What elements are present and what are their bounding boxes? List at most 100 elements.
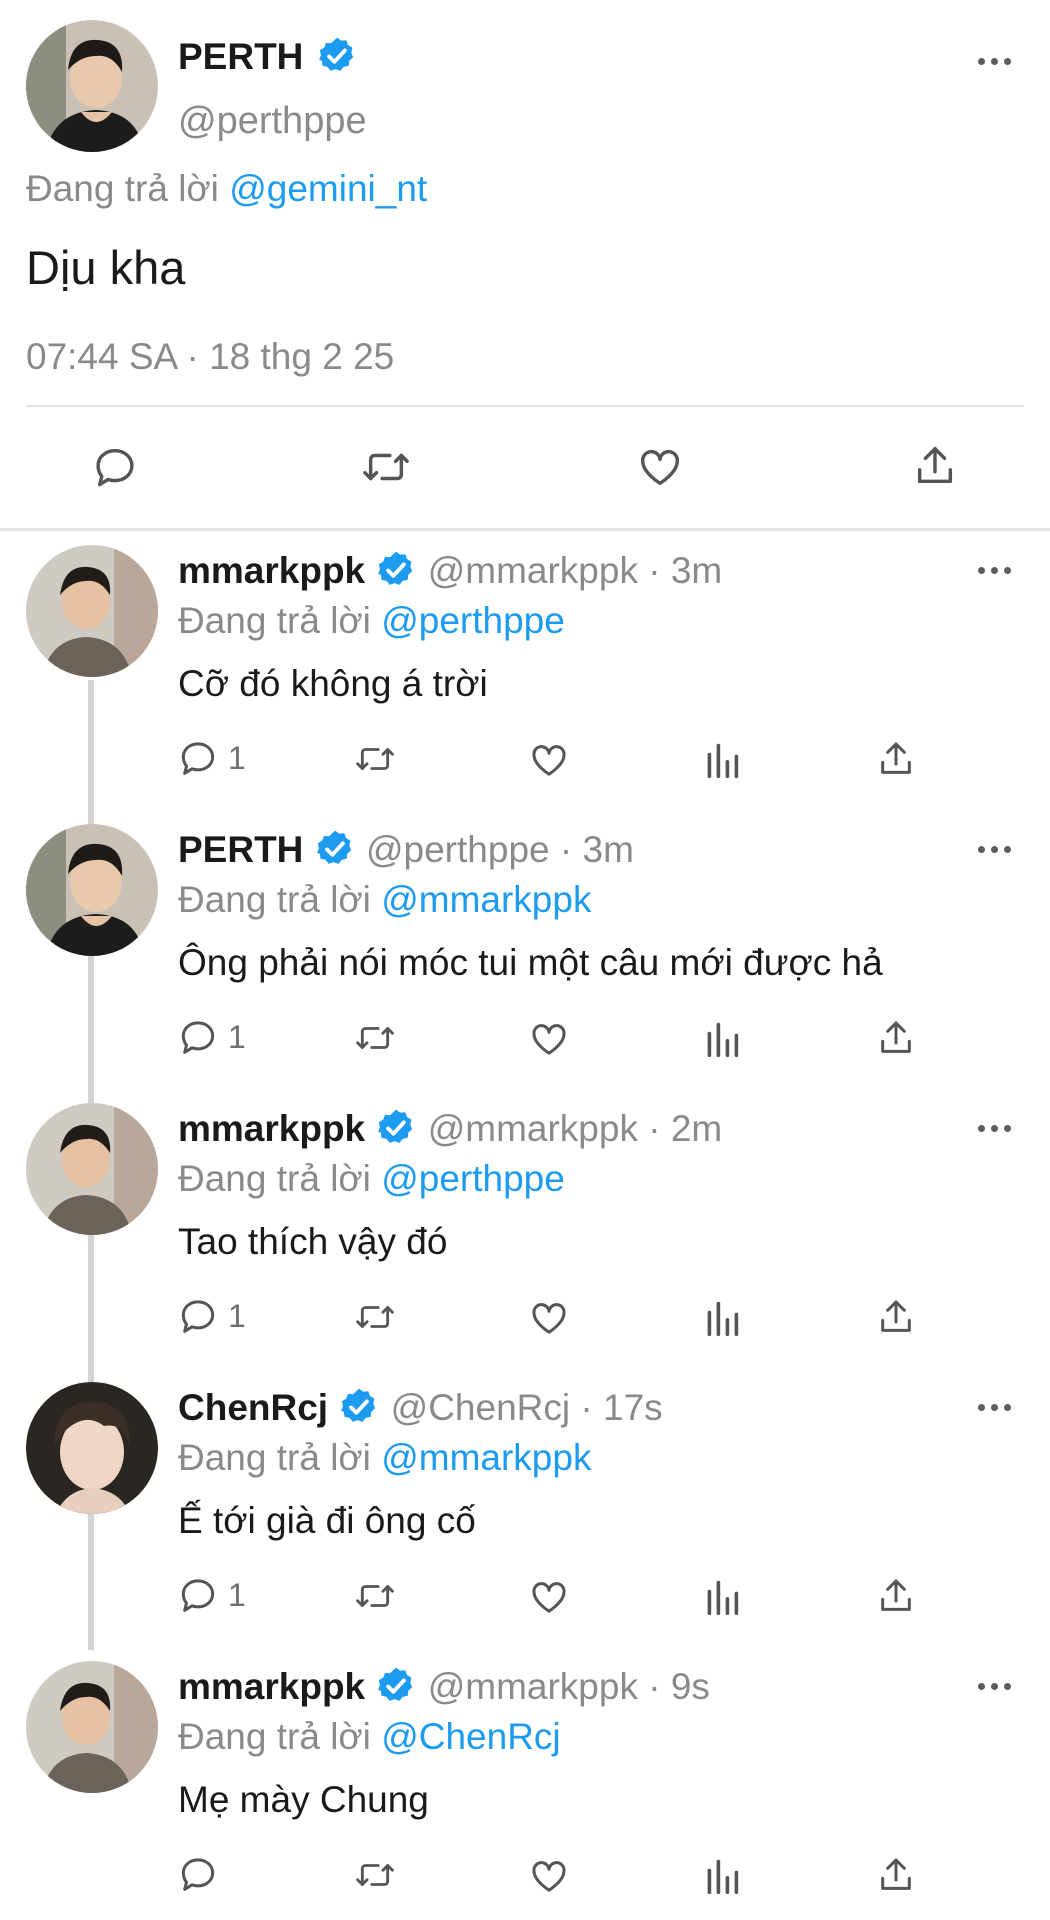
share-icon: [881, 1021, 911, 1053]
reply-text: Ông phải nói móc tui một câu mới được hả: [178, 942, 883, 983]
verified-badge-icon: [378, 1667, 413, 1702]
verified-badge-icon: [378, 551, 413, 586]
like-button[interactable]: [528, 1019, 570, 1059]
retweet-button[interactable]: [352, 1856, 398, 1894]
share-button[interactable]: [876, 1575, 916, 1617]
verified-badge-icon: [341, 1388, 376, 1423]
views-button[interactable]: [704, 1019, 740, 1059]
reply-count: 1: [228, 1297, 246, 1334]
like-button[interactable]: [636, 444, 684, 490]
replying-to-link[interactable]: @perthppe: [381, 1158, 565, 1199]
reply-button[interactable]: 1: [178, 738, 246, 778]
share-icon: [881, 742, 911, 774]
reply-author-name[interactable]: mmarkppk: [178, 1108, 365, 1149]
replying-to-link[interactable]: @perthppe: [381, 600, 565, 641]
reply-author-handle[interactable]: @mmarkppk: [428, 1108, 638, 1149]
reply-author-handle[interactable]: @mmarkppk: [428, 1666, 638, 1707]
reply-button[interactable]: [178, 1854, 228, 1894]
reply-author-name[interactable]: mmarkppk: [178, 1666, 365, 1707]
replying-to-label: Đang trả lời: [178, 1716, 371, 1757]
retweet-button[interactable]: [352, 1019, 398, 1057]
verified-badge-icon: [318, 37, 353, 72]
author-name[interactable]: PERTH: [178, 36, 303, 77]
share-button[interactable]: [876, 1296, 916, 1338]
reply-button[interactable]: [92, 444, 138, 490]
author-handle[interactable]: @perthppe: [178, 100, 367, 143]
more-icon[interactable]: [978, 846, 1012, 856]
views-button[interactable]: [704, 1577, 740, 1617]
section-divider: [0, 528, 1050, 531]
reply-time: · 3m: [559, 829, 634, 870]
reply-text: Tao thích vậy đó: [178, 1221, 448, 1262]
more-icon[interactable]: [978, 1404, 1012, 1414]
like-icon: [532, 1303, 566, 1334]
reply-icon: [181, 1021, 215, 1054]
more-icon[interactable]: [978, 1125, 1012, 1135]
verified-badge-icon: [316, 830, 351, 865]
tweet-timestamp: 07:44 SA · 18 thg 2 25: [26, 336, 395, 377]
reply-text: Mẹ mày Chung: [178, 1779, 429, 1820]
reply-icon: [96, 448, 134, 487]
reply-icon: [181, 1300, 215, 1333]
reply-time: · 3m: [648, 550, 723, 591]
reply-icon: [181, 1858, 215, 1891]
reply-button[interactable]: 1: [178, 1296, 246, 1336]
reply-author-handle[interactable]: @ChenRcj: [391, 1387, 570, 1428]
avatar-mmarkppk[interactable]: [26, 545, 158, 677]
tweet-text: Dịu kha: [26, 241, 186, 294]
views-button[interactable]: [704, 1856, 740, 1896]
avatar-chenrcj[interactable]: [26, 1382, 158, 1514]
reply-count: 1: [228, 739, 246, 776]
views-button[interactable]: [704, 1298, 740, 1338]
divider: [26, 405, 1024, 407]
retweet-icon: [356, 1585, 394, 1607]
avatar-mmarkppk[interactable]: [26, 1661, 158, 1793]
replying-to-label: Đang trả lời: [178, 1158, 371, 1199]
views-icon: [707, 1022, 739, 1057]
more-icon[interactable]: [978, 58, 1012, 68]
views-button[interactable]: [704, 740, 740, 780]
reply-button[interactable]: 1: [178, 1017, 246, 1057]
like-button[interactable]: [528, 1577, 570, 1617]
replying-to-label: Đang trả lời: [178, 879, 371, 920]
like-icon: [641, 449, 679, 486]
retweet-button[interactable]: [352, 740, 398, 778]
like-button[interactable]: [528, 1856, 570, 1896]
reply-author-handle[interactable]: @mmarkppk: [428, 550, 638, 591]
replying-to-link[interactable]: @gemini_nt: [229, 168, 427, 209]
like-icon: [532, 1861, 566, 1892]
replying-to-link[interactable]: @mmarkppk: [381, 1437, 591, 1478]
replying-to-link[interactable]: @mmarkppk: [381, 879, 591, 920]
share-button[interactable]: [912, 442, 958, 490]
like-button[interactable]: [528, 740, 570, 780]
avatar-perth[interactable]: [26, 824, 158, 956]
retweet-button[interactable]: [352, 1298, 398, 1336]
share-button[interactable]: [876, 1017, 916, 1059]
retweet-icon: [356, 1864, 394, 1886]
avatar-mmarkppk[interactable]: [26, 1103, 158, 1235]
reply-count: 1: [228, 1576, 246, 1613]
replying-to-link[interactable]: @ChenRcj: [381, 1716, 560, 1757]
share-icon: [881, 1858, 911, 1890]
replying-to-label: Đang trả lời: [26, 168, 219, 209]
share-button[interactable]: [876, 1854, 916, 1896]
retweet-button[interactable]: [352, 1577, 398, 1615]
views-icon: [707, 743, 739, 778]
more-icon[interactable]: [978, 1683, 1012, 1693]
reply-icon: [181, 742, 215, 775]
retweet-icon: [356, 748, 394, 770]
like-icon: [532, 745, 566, 776]
avatar-perth[interactable]: [26, 20, 158, 152]
reply-text: Ế tới già đi ông cố: [178, 1500, 476, 1541]
retweet-button[interactable]: [360, 444, 412, 490]
reply-author-handle[interactable]: @perthppe: [366, 829, 550, 870]
like-icon: [532, 1024, 566, 1055]
reply-count: 1: [228, 1018, 246, 1055]
reply-author-name[interactable]: mmarkppk: [178, 550, 365, 591]
like-button[interactable]: [528, 1298, 570, 1338]
reply-button[interactable]: 1: [178, 1575, 246, 1615]
share-button[interactable]: [876, 738, 916, 780]
reply-author-name[interactable]: PERTH: [178, 829, 303, 870]
more-icon[interactable]: [978, 567, 1012, 577]
reply-author-name[interactable]: ChenRcj: [178, 1387, 328, 1428]
